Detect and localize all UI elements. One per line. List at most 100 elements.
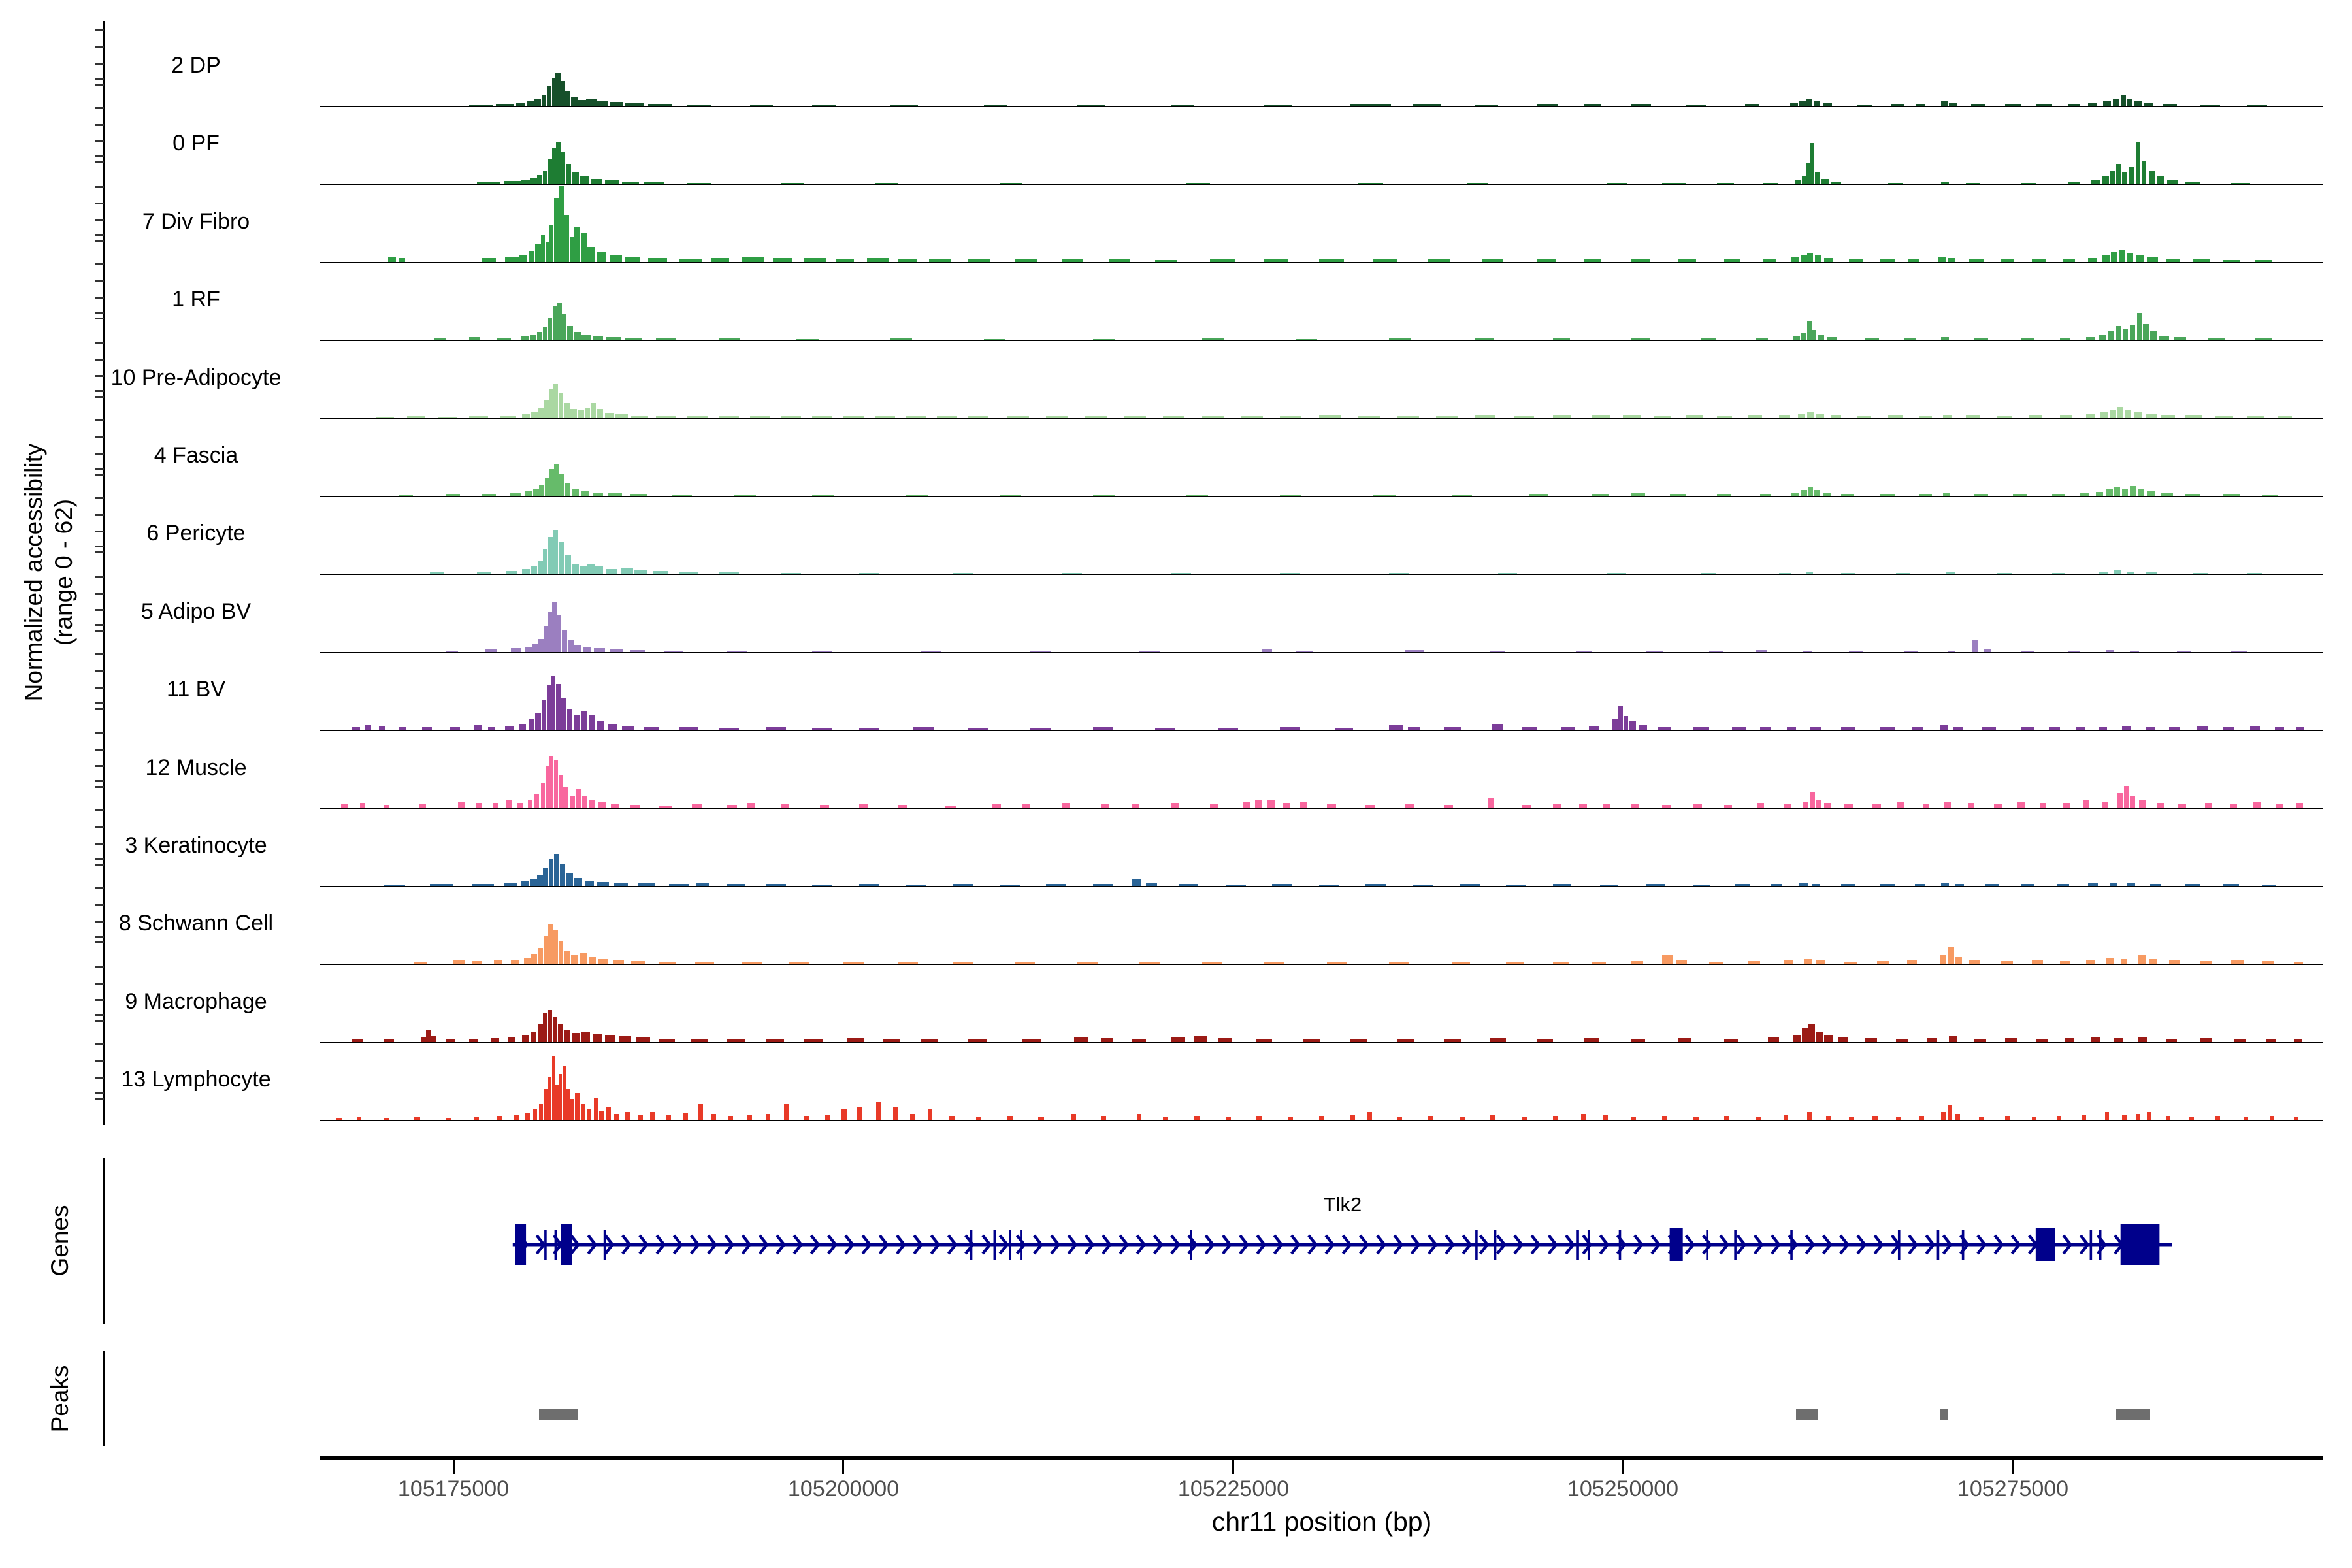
y-axis-tick bbox=[95, 887, 104, 889]
signal-bar bbox=[2134, 101, 2142, 106]
signal-bar bbox=[898, 804, 907, 808]
signal-bar bbox=[1756, 649, 1767, 652]
signal-bar bbox=[1716, 416, 1733, 418]
signal-bar bbox=[562, 314, 567, 340]
signal-bar bbox=[2156, 803, 2164, 808]
signal-bar bbox=[1407, 727, 1420, 730]
signal-bar bbox=[1139, 651, 1160, 652]
exon-tick bbox=[1706, 1230, 1708, 1260]
signal-bar bbox=[517, 803, 523, 808]
signal-bar bbox=[2192, 572, 2208, 574]
y-axis-tick bbox=[95, 419, 104, 421]
y-axis-tick bbox=[95, 809, 104, 811]
signal-bar bbox=[1955, 1113, 1960, 1120]
signal-bar bbox=[1280, 416, 1302, 418]
signal-bar bbox=[2229, 804, 2238, 808]
signal-bar bbox=[2168, 960, 2180, 964]
y-axis-tick bbox=[95, 514, 104, 516]
signal-bar bbox=[796, 338, 819, 340]
signal-bar bbox=[910, 1113, 915, 1120]
signal-bar bbox=[1201, 338, 1224, 340]
signal-bar bbox=[531, 954, 538, 964]
signal-bar bbox=[561, 152, 566, 184]
signal-bar bbox=[2130, 795, 2136, 808]
y-axis-tick bbox=[95, 161, 104, 163]
y-axis-tick bbox=[95, 551, 104, 553]
signal-bar bbox=[1074, 1037, 1088, 1042]
signal-bar bbox=[531, 1032, 537, 1042]
signal-bar bbox=[1793, 336, 1801, 340]
signal-bar bbox=[1693, 727, 1709, 730]
signal-bar bbox=[510, 493, 521, 496]
signal-bar bbox=[1264, 962, 1285, 964]
signal-bar bbox=[1100, 804, 1109, 808]
signal-bar bbox=[430, 572, 444, 574]
signal-bar bbox=[596, 721, 604, 730]
exon-tick bbox=[1897, 1230, 1901, 1260]
signal-bar bbox=[399, 258, 405, 262]
signal-bar bbox=[1985, 884, 1999, 886]
signal-bar bbox=[1793, 1035, 1801, 1042]
y-axis-tick bbox=[95, 826, 104, 828]
signal-bar bbox=[812, 416, 833, 418]
signal-bar bbox=[1163, 416, 1185, 418]
track-label: 3 Keratinocyte bbox=[125, 833, 267, 858]
signal-bar bbox=[1552, 961, 1569, 964]
signal-bar bbox=[1824, 1035, 1833, 1042]
signal-bar bbox=[1974, 338, 1988, 340]
signal-bar bbox=[2265, 1038, 2277, 1042]
signal-bar bbox=[528, 719, 535, 730]
signal-bar bbox=[520, 336, 529, 340]
signal-bar bbox=[535, 244, 541, 262]
signal-bar bbox=[2110, 882, 2117, 886]
signal-bar bbox=[1816, 800, 1822, 808]
signal-bar bbox=[913, 727, 934, 730]
signal-bar bbox=[2192, 259, 2210, 262]
signal-bar bbox=[1288, 1117, 1294, 1120]
signal-bar bbox=[2255, 338, 2272, 340]
track-label: 7 Div Fibro bbox=[142, 208, 250, 234]
signal-bar bbox=[548, 858, 554, 886]
signal-bar bbox=[2000, 960, 2013, 964]
signal-bar bbox=[1492, 723, 1503, 730]
signal-bar bbox=[1841, 493, 1854, 496]
signal-bar bbox=[2099, 726, 2108, 730]
signal-bar bbox=[520, 179, 530, 184]
signal-bar bbox=[1631, 960, 1644, 964]
signal-track-lane bbox=[320, 497, 2323, 576]
signal-bar bbox=[1217, 728, 1238, 730]
signal-bar bbox=[648, 258, 667, 262]
signal-bar bbox=[2247, 572, 2262, 574]
signal-bar bbox=[2095, 491, 2104, 496]
signal-bar bbox=[1186, 495, 1209, 496]
signal-bar bbox=[625, 103, 644, 106]
signal-bar bbox=[1794, 179, 1801, 184]
signal-bar bbox=[1724, 804, 1733, 808]
signal-bar bbox=[1186, 182, 1210, 184]
signal-bar bbox=[2106, 958, 2114, 964]
signal-bar bbox=[511, 960, 519, 964]
signal-bar bbox=[765, 884, 786, 886]
signal-bar bbox=[2086, 336, 2095, 340]
signal-bar bbox=[1865, 1037, 1878, 1042]
signal-bar bbox=[1735, 884, 1750, 886]
y-axis-tick bbox=[95, 29, 104, 31]
signal-bar bbox=[522, 1035, 529, 1042]
signal-bar bbox=[580, 491, 589, 496]
signal-bar bbox=[2231, 960, 2244, 964]
signal-bar bbox=[553, 760, 559, 808]
signal-track-lane bbox=[320, 576, 2323, 653]
signal-bar bbox=[2122, 172, 2127, 184]
signal-bar bbox=[458, 802, 465, 808]
signal-bar bbox=[2127, 571, 2134, 574]
signal-bar bbox=[522, 568, 530, 574]
signal-bar bbox=[1816, 960, 1825, 964]
signal-bar bbox=[359, 803, 366, 808]
signal-bar bbox=[2156, 176, 2164, 184]
signal-bar bbox=[1405, 804, 1414, 808]
signal-bar bbox=[858, 572, 879, 574]
signal-bar bbox=[596, 252, 606, 262]
signal-bar bbox=[1816, 414, 1825, 418]
signal-bar bbox=[2147, 1111, 2151, 1120]
signal-bar bbox=[952, 884, 973, 886]
